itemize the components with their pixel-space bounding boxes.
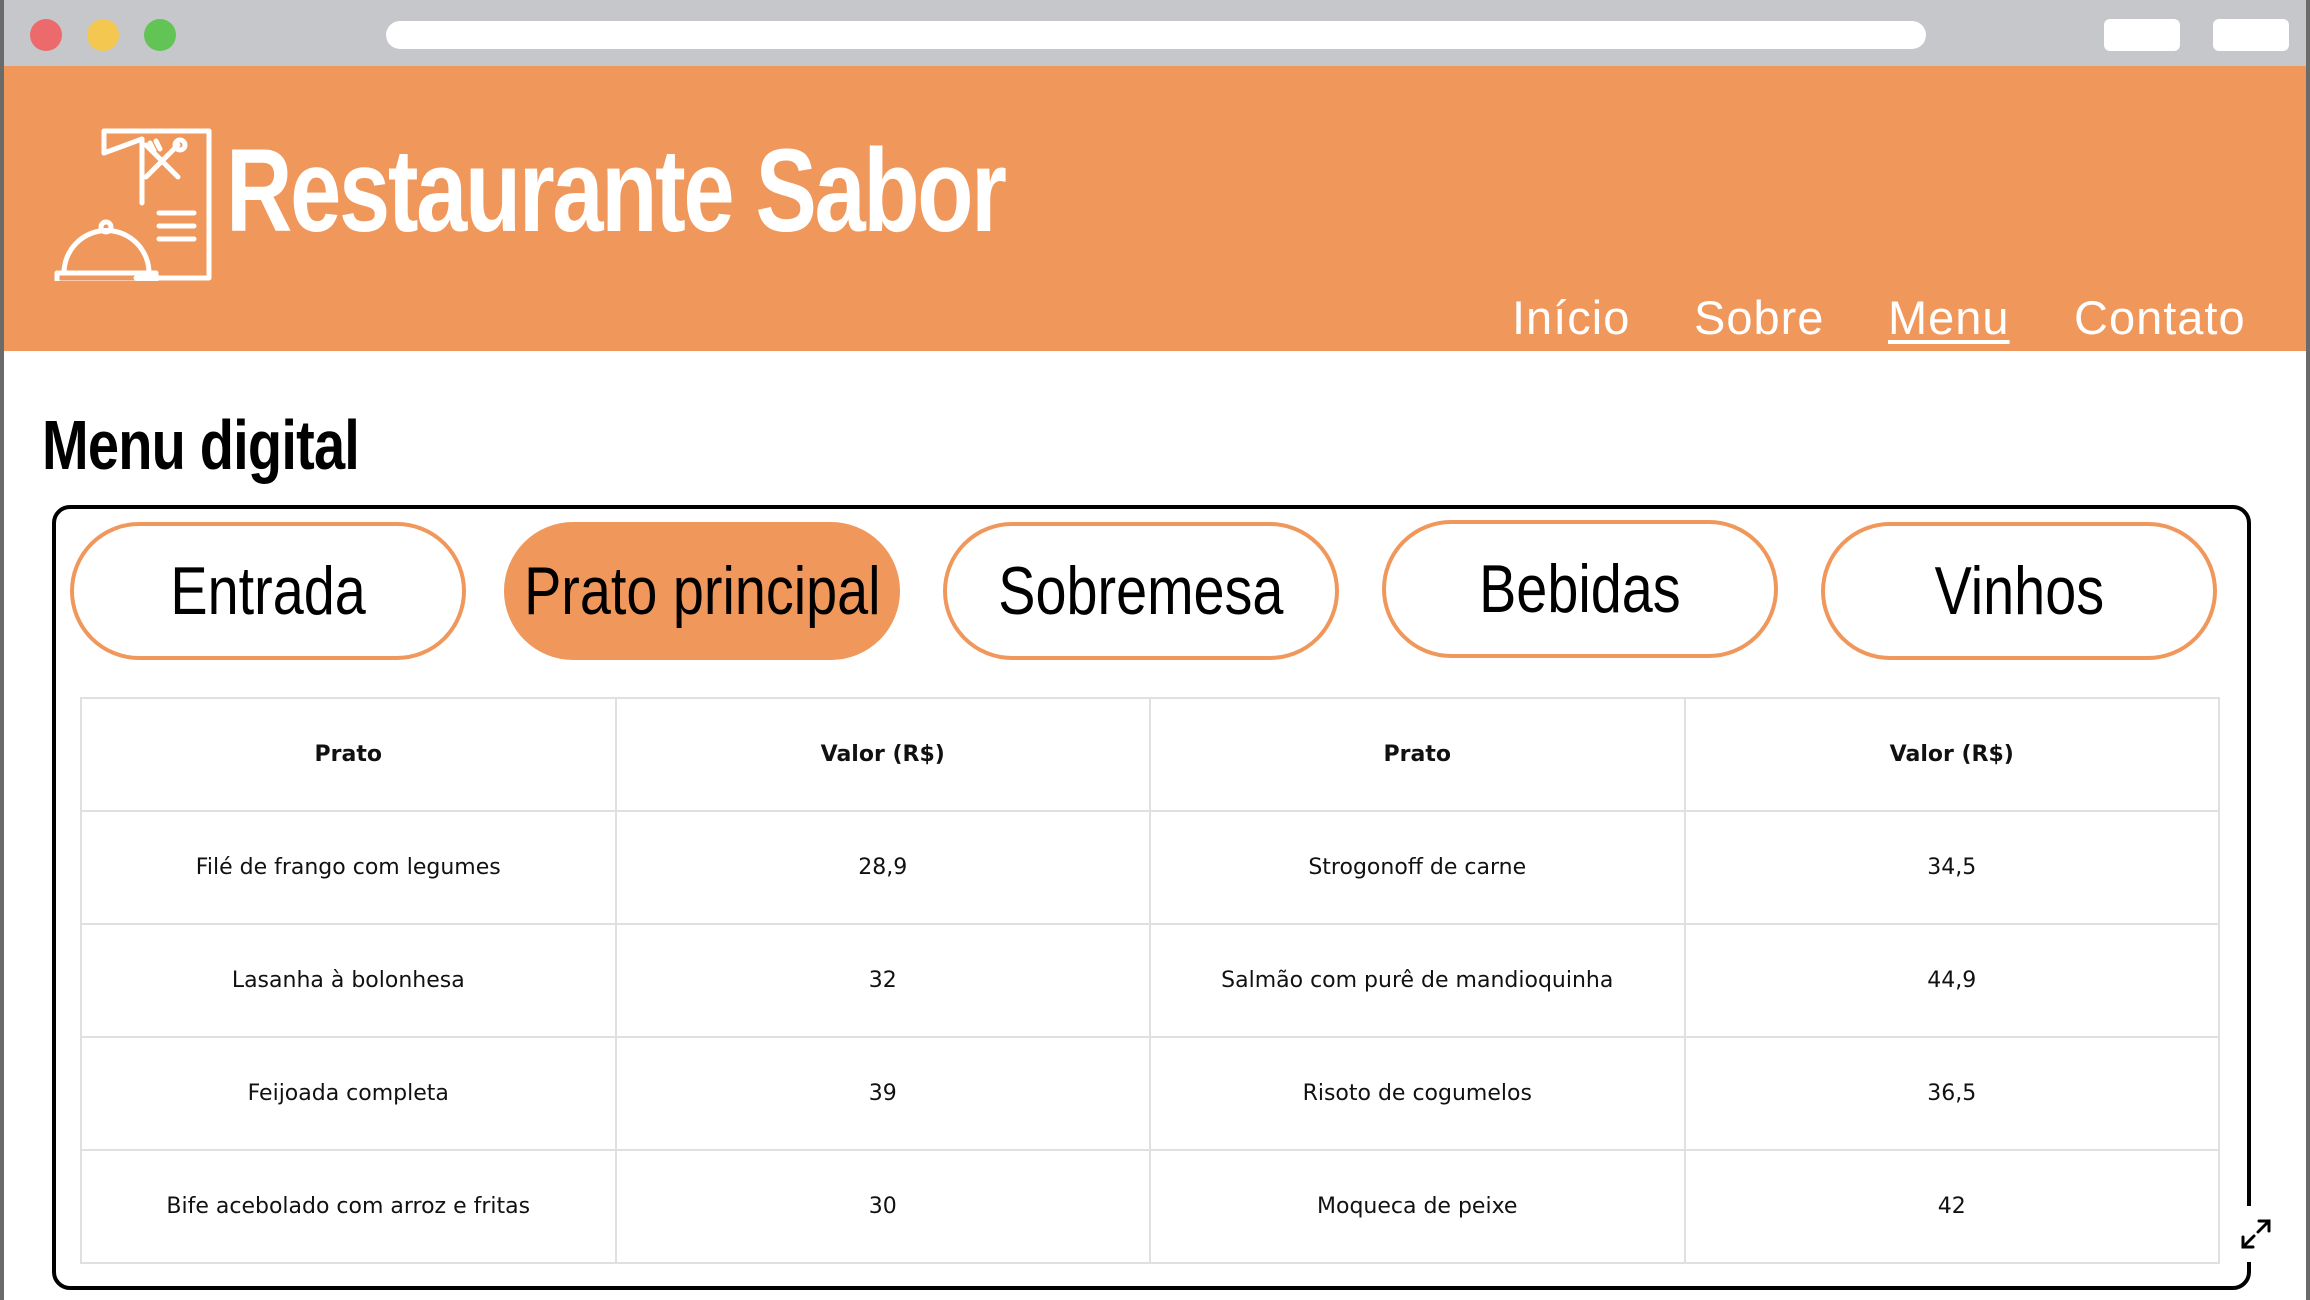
table-row: Feijoada completa 39 Risoto de cogumelos… [80, 1036, 2221, 1151]
browser-action-button[interactable] [2213, 19, 2289, 51]
dish-price: 30 [614, 1149, 1151, 1264]
nav-link-inicio[interactable]: Início [1512, 290, 1630, 345]
browser-action-button[interactable] [2104, 19, 2180, 51]
column-header: Valor (R$) [614, 697, 1151, 812]
dish-price: 32 [614, 923, 1151, 1038]
tab-entrada[interactable]: Entrada [70, 522, 466, 660]
tab-label: Sobremesa [998, 553, 1284, 629]
column-header: Prato [1148, 697, 1686, 812]
dish-price: 28,9 [614, 810, 1151, 925]
table-row: Lasanha à bolonhesa 32 Salmão com purê d… [80, 923, 2221, 1038]
site-header: Restaurante Sabor Início Sobre Menu Cont… [4, 66, 2306, 351]
dish-name: Bife acebolado com arroz e fritas [80, 1149, 617, 1264]
menu-cloche-icon [54, 128, 212, 281]
tab-bebidas[interactable]: Bebidas [1382, 520, 1778, 658]
tab-label: Bebidas [1479, 551, 1681, 627]
column-header: Prato [80, 697, 617, 812]
dish-name: Salmão com purê de mandioquinha [1148, 923, 1686, 1038]
dish-name: Risoto de cogumelos [1148, 1036, 1686, 1151]
tab-sobremesa[interactable]: Sobremesa [943, 522, 1339, 660]
address-bar[interactable] [386, 21, 1926, 49]
dish-name: Lasanha à bolonhesa [80, 923, 617, 1038]
browser-toolbar [0, 0, 2310, 66]
dish-name: Moqueca de peixe [1148, 1149, 1686, 1264]
brand-name[interactable]: Restaurante Sabor [226, 121, 1007, 263]
dish-name: Feijoada completa [80, 1036, 617, 1151]
menu-table: Prato Valor (R$) Prato Valor (R$) Filé d… [80, 697, 2221, 1264]
minimize-window-button[interactable] [87, 19, 119, 51]
expand-button[interactable] [2228, 1206, 2284, 1262]
dish-price: 34,5 [1683, 810, 2221, 925]
dish-price: 36,5 [1683, 1036, 2221, 1151]
dish-name: Strogonoff de carne [1148, 810, 1686, 925]
table-row: Filé de frango com legumes 28,9 Strogono… [80, 810, 2221, 925]
table-header-row: Prato Valor (R$) Prato Valor (R$) [80, 697, 2221, 812]
page-title: Menu digital [42, 406, 360, 484]
nav-link-menu[interactable]: Menu [1888, 290, 2010, 345]
expand-icon [2241, 1219, 2271, 1249]
tab-label: Entrada [170, 553, 366, 629]
window-border [2306, 0, 2310, 1300]
zoom-window-button[interactable] [144, 19, 176, 51]
dish-price: 42 [1683, 1149, 2221, 1264]
nav-link-sobre[interactable]: Sobre [1694, 290, 1824, 345]
column-header: Valor (R$) [1683, 697, 2221, 812]
tab-label: Vinhos [1934, 553, 2104, 629]
table-row: Bife acebolado com arroz e fritas 30 Moq… [80, 1149, 2221, 1264]
tab-prato-principal[interactable]: Prato principal [504, 522, 900, 660]
dish-name: Filé de frango com legumes [80, 810, 617, 925]
nav-link-contato[interactable]: Contato [2074, 290, 2246, 345]
tab-vinhos[interactable]: Vinhos [1821, 522, 2217, 660]
close-window-button[interactable] [30, 19, 62, 51]
dish-price: 44,9 [1683, 923, 2221, 1038]
dish-price: 39 [614, 1036, 1151, 1151]
tab-label: Prato principal [523, 553, 881, 629]
